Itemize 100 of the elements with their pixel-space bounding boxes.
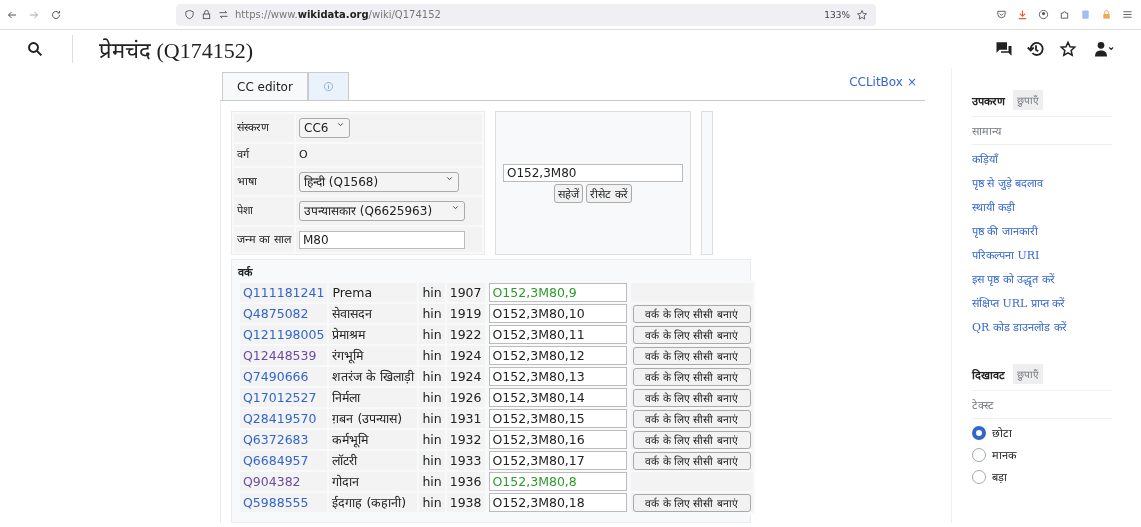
language-cell: hin [419,472,445,491]
title-cell: रंगभूमि [329,346,418,365]
code-field[interactable]: O152,3M80,11 [488,325,627,344]
language-cell: hin [419,367,445,386]
star-icon[interactable] [856,8,868,21]
year-cell: 1938 [446,493,485,512]
reload-icon[interactable] [50,8,62,21]
field-label: पेशा [234,197,294,226]
create-cc-button[interactable]: वर्क के लिए सीसी बनाएं [632,493,751,512]
dropdown[interactable]: CC6 [299,117,351,138]
subheading: सामान्य [972,116,1112,145]
search-icon[interactable] [26,40,44,58]
info-icon [322,81,334,92]
pocket-icon[interactable] [996,9,1007,20]
zoom-level[interactable]: 133% [824,9,850,20]
page-title: प्रेमचंद (Q174152) [99,37,254,64]
hide-button[interactable]: छुपाएँ [1013,364,1043,384]
tool-link[interactable]: संक्षिप्त URL प्राप्त करें [972,295,1112,310]
radio-button[interactable] [972,447,986,462]
radio-label: मानक [992,448,1016,462]
title-cell: निर्मला [329,388,418,407]
title-cell: ग़बन (उपन्यास) [329,409,418,428]
title-cell: ईदगाह (कहानी) [329,493,418,512]
dropdown[interactable]: हिन्दी (Q1568) [299,171,459,192]
title-cell: शतरंज के खिलाड़ी [329,367,418,386]
section-title: उपकरण [972,93,1005,108]
create-cc-button[interactable]: वर्क के लिए सीसी बनाएं [632,430,751,449]
history-icon[interactable] [1027,40,1045,58]
url-text: https://www.wikidata.org/wiki/Q174152 [235,9,442,20]
code-field[interactable]: O152,3M80,13 [488,367,627,386]
language-cell: hin [419,346,445,365]
field-value: O [296,143,482,166]
download-icon[interactable] [1017,9,1028,20]
tool-link[interactable]: परिकल्पना URI [972,247,1112,262]
tool-link[interactable]: स्थायी कड़ी [972,199,1112,214]
tool-link[interactable]: पृष्ठ से जुड़े बदलाव [972,175,1112,190]
dropdown[interactable]: उपन्यासकार (Q6625963) [299,201,465,222]
year-cell: 1926 [446,388,485,407]
close-link[interactable]: CCLitBox [849,75,903,89]
code-field[interactable]: O152,3M80,12 [488,346,627,365]
code-field[interactable]: O152,3M80,17 [488,451,627,470]
address-bar[interactable]: https://www.wikidata.org/wiki/Q174152 133% [176,3,876,26]
input-field[interactable]: M80 [299,230,465,249]
radio-label: छोटा [992,426,1012,440]
code-field[interactable]: O152,3M80,16 [488,430,627,449]
language-cell: hin [419,409,445,428]
language-cell: hin [419,493,445,512]
language-cell: hin [419,304,445,323]
year-cell: 1924 [446,346,485,365]
create-cc-button[interactable]: वर्क के लिए सीसी बनाएं [632,388,751,407]
tab[interactable]: CC editor [222,72,308,100]
tool-link[interactable]: इस पृष्ठ को उद्धृत करें [972,271,1112,286]
menu-icon[interactable] [1122,9,1133,20]
action-button[interactable]: सहेजें [554,183,584,203]
close-button[interactable]: × [906,75,917,89]
create-cc-button[interactable]: वर्क के लिए सीसी बनाएं [632,304,751,323]
result-field[interactable]: O152,3M80 [503,163,683,182]
year-cell: 1922 [446,325,485,344]
code-field[interactable]: O152,3M80,8 [488,472,627,491]
year-cell: 1931 [446,409,485,428]
create-cc-button[interactable]: वर्क के लिए सीसी बनाएं [632,346,751,365]
field-label: भाषा [234,167,294,196]
account-icon[interactable] [1038,9,1049,20]
year-cell: 1907 [446,283,485,302]
code-field[interactable]: O152,3M80,14 [488,388,627,407]
language-cell: hin [419,283,445,302]
title-cell: लॉटरी [329,451,418,470]
code-field[interactable]: O152,3M80,15 [488,409,627,428]
swap-icon [218,9,229,20]
language-cell: hin [419,325,445,344]
tool-link[interactable]: पृष्ठ की जानकारी [972,223,1112,238]
tool-link[interactable]: कड़ियाँ [972,151,1112,166]
lock-icon [201,9,212,20]
language-cell: hin [419,451,445,470]
chat-icon[interactable] [995,40,1013,58]
radio-button[interactable] [972,469,986,484]
title-cell: प्रेमाश्रम [329,325,418,344]
title-cell: Prema [329,283,418,302]
field-label: वर्ग [234,143,294,166]
hide-button[interactable]: छुपाएँ [1013,90,1043,110]
create-cc-button[interactable]: वर्क के लिए सीसी बनाएं [632,451,751,470]
create-cc-button[interactable]: वर्क के लिए सीसी बनाएं [632,325,751,344]
code-field[interactable]: O152,3M80,18 [488,493,627,512]
code-field[interactable]: O152,3M80,9 [488,283,627,302]
radio-button[interactable] [972,425,986,440]
star-icon[interactable] [1059,40,1077,58]
radio-label: बड़ा [992,470,1007,484]
year-cell: 1933 [446,451,485,470]
extension-icon[interactable] [1059,9,1070,20]
action-button[interactable]: रीसेट करें [586,183,632,203]
title-cell: सेवासदन [329,304,418,323]
tool-link[interactable]: QR कोड डाउनलोड करें [972,319,1112,334]
language-cell: hin [419,430,445,449]
section-heading: वर्क [238,265,254,279]
create-cc-button[interactable]: वर्क के लिए सीसी बनाएं [632,367,751,386]
title-cell: गोदान [329,472,418,491]
title-cell: कर्मभूमि [329,430,418,449]
code-field[interactable]: O152,3M80,10 [488,304,627,323]
section-title: दिखावट [972,367,1005,382]
create-cc-button[interactable]: वर्क के लिए सीसी बनाएं [632,409,751,428]
